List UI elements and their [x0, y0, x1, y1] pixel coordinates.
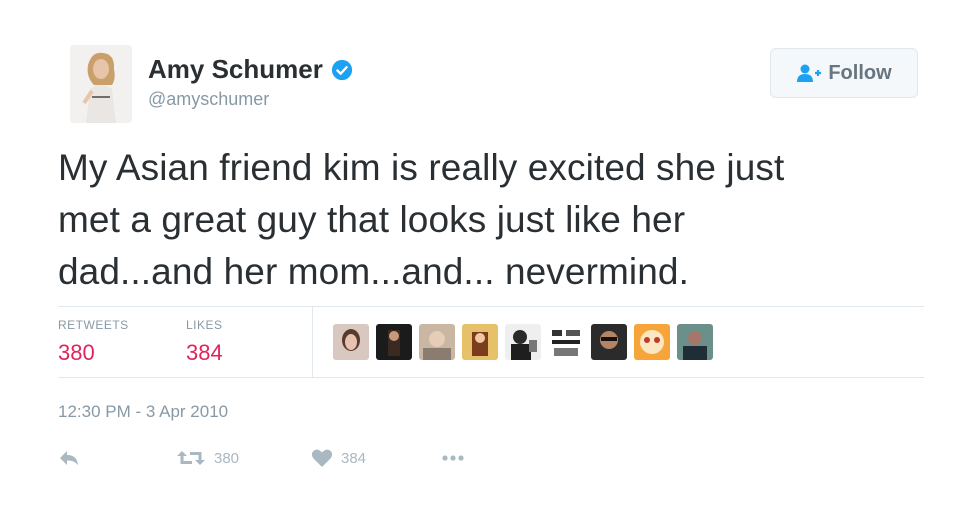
tweet-line: My Asian friend kim is really excited sh… — [58, 147, 785, 188]
more-dots-icon — [442, 455, 464, 461]
likes-count[interactable]: 384 — [186, 340, 223, 366]
like-action-count: 384 — [341, 449, 367, 467]
liker-avatar[interactable] — [548, 324, 584, 360]
user-handle[interactable]: @amyschumer — [148, 89, 269, 110]
tweet-actions: 380 384 — [58, 448, 465, 468]
retweets-label: RETWEETS — [58, 318, 129, 332]
tweet-line: met a great guy that looks just like her — [58, 199, 686, 240]
follow-person-icon — [797, 64, 822, 82]
profile-photo-icon — [70, 45, 132, 123]
liker-avatar[interactable] — [333, 324, 369, 360]
stats-separator — [312, 307, 313, 377]
tweet-line: dad...and her mom...and... nevermind. — [58, 251, 689, 292]
reply-button[interactable] — [58, 449, 176, 467]
reply-icon — [60, 451, 78, 465]
retweet-action-count: 380 — [214, 449, 240, 467]
verified-badge-icon — [331, 59, 352, 80]
liker-avatar[interactable] — [505, 324, 541, 360]
likes-label: LIKES — [186, 318, 223, 332]
retweet-icon — [177, 451, 205, 465]
divider — [58, 377, 924, 378]
user-name-row[interactable]: Amy Schumer — [148, 54, 353, 85]
liker-avatar[interactable] — [419, 324, 455, 360]
tweet-text: My Asian friend kim is really excited sh… — [58, 142, 938, 298]
user-name[interactable]: Amy Schumer — [148, 54, 323, 85]
liker-avatar[interactable] — [462, 324, 498, 360]
liker-avatar[interactable] — [634, 324, 670, 360]
liker-avatar[interactable] — [591, 324, 627, 360]
liker-avatar[interactable] — [376, 324, 412, 360]
like-button[interactable]: 384 — [311, 448, 441, 468]
user-avatar[interactable] — [70, 45, 132, 123]
follow-button-label: Follow — [828, 61, 892, 84]
liker-avatar[interactable] — [677, 324, 713, 360]
liker-avatars — [333, 324, 713, 360]
heart-icon — [311, 449, 333, 467]
retweet-button[interactable]: 380 — [176, 448, 311, 468]
divider — [58, 306, 924, 307]
retweets-count[interactable]: 380 — [58, 340, 95, 366]
more-button[interactable] — [441, 454, 465, 462]
follow-button[interactable]: Follow — [770, 48, 918, 98]
tweet-timestamp[interactable]: 12:30 PM - 3 Apr 2010 — [58, 402, 228, 422]
